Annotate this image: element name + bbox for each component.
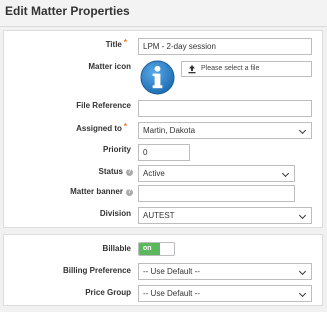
page-header: Edit Matter Properties	[0, 0, 327, 27]
status-select[interactable]: Active	[138, 165, 295, 182]
page-title: Edit Matter Properties	[5, 4, 130, 18]
matter-icon-label: Matter icon	[88, 62, 131, 71]
info-icon[interactable]	[140, 60, 175, 95]
billing-preference-label: Billing Preference	[62, 266, 131, 275]
title-label: Title *	[105, 38, 127, 49]
division-select[interactable]: AUTEST	[138, 207, 312, 224]
billable-label: Billable	[102, 244, 131, 253]
status-label: Status?	[98, 167, 133, 176]
division-label: Division	[99, 209, 131, 218]
file-select-input[interactable]: Please select a file	[181, 61, 312, 77]
help-icon: ?	[126, 169, 133, 176]
matter-banner-label: Matter banner?	[70, 187, 133, 196]
title-input[interactable]: LPM - 2-day session	[138, 38, 312, 55]
assigned-to-label: Assigned to *	[76, 122, 127, 133]
required-asterisk: *	[123, 38, 127, 47]
priority-input[interactable]: 0	[138, 144, 190, 161]
price-group-label: Price Group	[85, 288, 131, 297]
price-group-select[interactable]: -- Use Default --	[138, 285, 312, 302]
file-select-text: Please select a file	[201, 65, 260, 72]
help-icon: ?	[126, 189, 133, 196]
required-asterisk: *	[123, 122, 127, 131]
file-reference-label: File Reference	[76, 101, 131, 110]
billable-toggle[interactable]: on	[138, 242, 175, 256]
matter-banner-input[interactable]	[138, 185, 295, 202]
upload-icon	[188, 65, 196, 74]
file-reference-input[interactable]	[138, 100, 312, 117]
priority-label: Priority	[102, 145, 131, 154]
toggle-on-state: on	[139, 243, 160, 255]
billing-preference-select[interactable]: -- Use Default --	[138, 263, 312, 280]
assigned-to-select[interactable]: Martin, Dakota	[138, 122, 312, 139]
